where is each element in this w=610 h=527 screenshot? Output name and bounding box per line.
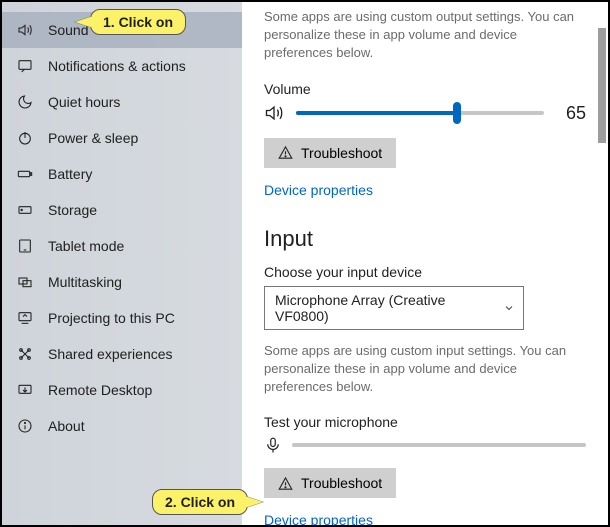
info-icon (16, 417, 34, 435)
sidebar-item-label: About (48, 418, 85, 434)
sidebar-item-label: Notifications & actions (48, 58, 186, 74)
sidebar-item-battery[interactable]: Battery (2, 156, 242, 192)
input-hint-text: Some apps are using custom input setting… (264, 342, 586, 397)
sidebar-item-shared-exp[interactable]: Shared experiences (2, 336, 242, 372)
troubleshoot-output-button[interactable]: Troubleshoot (264, 138, 396, 168)
input-device-selected: Microphone Array (Creative VF0800) (275, 292, 445, 324)
sidebar-item-multitasking[interactable]: Multitasking (2, 264, 242, 300)
volume-slider[interactable] (296, 111, 544, 115)
output-hint-text: Some apps are using custom output settin… (264, 8, 586, 63)
battery-icon (16, 165, 34, 183)
sidebar-item-label: Quiet hours (48, 94, 120, 110)
main-content: Some apps are using custom output settin… (242, 2, 608, 525)
sidebar: Sound Notifications & actions Quiet hour… (2, 2, 242, 525)
sidebar-item-label: Multitasking (48, 274, 122, 290)
tablet-icon (16, 237, 34, 255)
test-mic-label: Test your microphone (264, 414, 586, 430)
device-properties-output-link[interactable]: Device properties (264, 182, 373, 198)
sidebar-item-label: Storage (48, 202, 97, 218)
sidebar-item-storage[interactable]: Storage (2, 192, 242, 228)
warning-icon (278, 476, 293, 491)
microphone-icon (264, 436, 282, 454)
chevron-down-icon (503, 302, 515, 314)
scrollbar-thumb[interactable] (598, 28, 606, 143)
input-heading: Input (264, 226, 586, 252)
remote-icon (16, 381, 34, 399)
sidebar-item-label: Tablet mode (48, 238, 124, 254)
warning-icon (278, 145, 293, 160)
main-scrollbar[interactable] (596, 2, 606, 525)
moon-icon (16, 93, 34, 111)
sidebar-item-power-sleep[interactable]: Power & sleep (2, 120, 242, 156)
sidebar-item-remote-desktop[interactable]: Remote Desktop (2, 372, 242, 408)
sidebar-item-about[interactable]: About (2, 408, 242, 444)
storage-icon (16, 201, 34, 219)
sidebar-item-projecting[interactable]: Projecting to this PC (2, 300, 242, 336)
speaker-icon (16, 21, 34, 39)
volume-value: 65 (556, 103, 586, 124)
sidebar-item-notifications[interactable]: Notifications & actions (2, 48, 242, 84)
sidebar-item-label: Projecting to this PC (48, 310, 175, 326)
speaker-volume-icon (264, 103, 284, 123)
annotation-callout-1: 1. Click on (90, 9, 186, 35)
mic-level-bar (292, 443, 586, 447)
sidebar-item-label: Battery (48, 166, 92, 182)
power-icon (16, 129, 34, 147)
multitask-icon (16, 273, 34, 291)
volume-label: Volume (264, 81, 586, 97)
project-icon (16, 309, 34, 327)
share-icon (16, 345, 34, 363)
volume-slider-thumb[interactable] (453, 102, 461, 124)
sidebar-item-label: Shared experiences (48, 346, 173, 362)
annotation-callout-2: 2. Click on (152, 489, 248, 515)
troubleshoot-input-button[interactable]: Troubleshoot (264, 468, 396, 498)
choose-input-label: Choose your input device (264, 264, 586, 280)
device-properties-input-link[interactable]: Device properties (264, 512, 373, 525)
sidebar-item-tablet-mode[interactable]: Tablet mode (2, 228, 242, 264)
sidebar-item-quiet-hours[interactable]: Quiet hours (2, 84, 242, 120)
input-device-dropdown[interactable]: Microphone Array (Creative VF0800) (264, 286, 524, 330)
message-icon (16, 57, 34, 75)
sidebar-item-label: Remote Desktop (48, 382, 152, 398)
sidebar-item-label: Power & sleep (48, 130, 138, 146)
